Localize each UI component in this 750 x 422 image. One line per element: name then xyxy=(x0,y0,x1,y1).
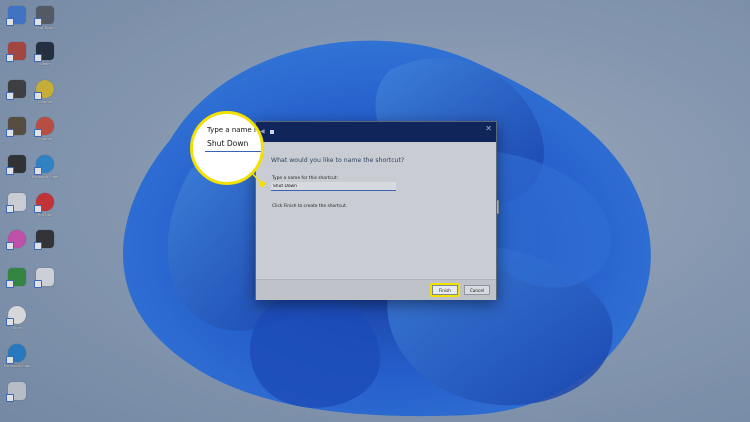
cancel-button[interactable]: Cancel xyxy=(464,285,490,295)
close-icon[interactable]: ✕ xyxy=(485,124,492,133)
create-shortcut-dialog: ◀ ✕ What would you like to name the shor… xyxy=(255,121,497,300)
shortcut-wizard-icon xyxy=(270,130,274,134)
shortcut-name-input[interactable] xyxy=(271,182,396,191)
finish-instruction: Click Finish to create the shortcut. xyxy=(272,204,348,209)
callout-underline xyxy=(205,151,261,152)
callout-pointer-dot xyxy=(259,181,265,187)
callout-label: Type a name f xyxy=(207,126,257,134)
dialog-titlebar: ◀ ✕ xyxy=(256,122,496,142)
callout-value: Shut Down xyxy=(207,139,249,148)
dialog-heading: What would you like to name the shortcut… xyxy=(271,157,405,164)
zoom-callout: Type a name f Shut Down xyxy=(190,111,264,185)
dialog-footer: Finish Cancel xyxy=(256,279,496,300)
dialog-content: What would you like to name the shortcut… xyxy=(256,142,496,279)
shortcut-name-label: Type a name for this shortcut: xyxy=(272,176,338,181)
finish-button[interactable]: Finish xyxy=(432,285,458,295)
